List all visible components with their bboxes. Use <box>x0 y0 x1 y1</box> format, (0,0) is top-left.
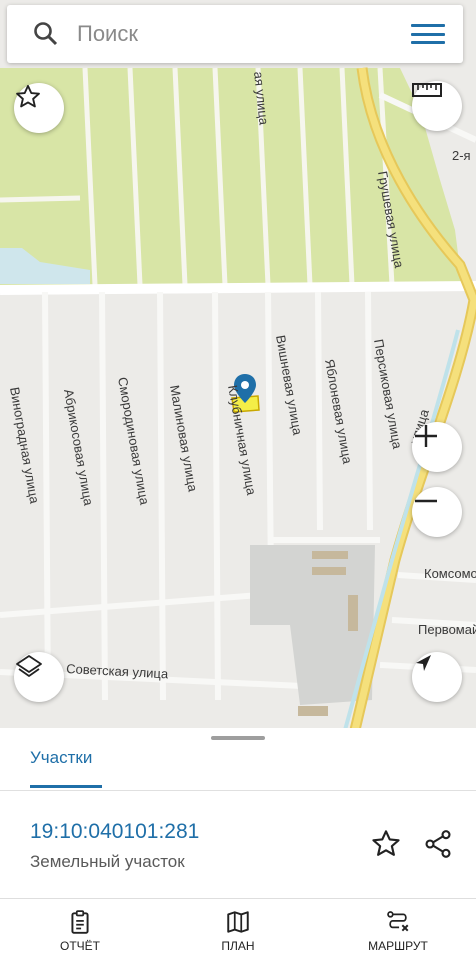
nav-plan-label: ПЛАН <box>221 939 255 953</box>
nav-plan[interactable]: ПЛАН <box>200 899 276 961</box>
nav-route[interactable]: МАРШРУТ <box>356 899 440 961</box>
zoom-out-button[interactable] <box>412 487 462 537</box>
search-icon <box>34 22 58 46</box>
zoom-in-button[interactable] <box>412 422 462 472</box>
sheet-handle[interactable] <box>211 736 265 740</box>
route-icon <box>387 911 409 932</box>
menu-icon[interactable] <box>411 19 445 49</box>
divider <box>0 790 476 791</box>
map-view[interactable]: Виноградная улица Абрикосовая улица Смор… <box>0 0 476 730</box>
street-label: 2-я <box>452 148 471 163</box>
my-location-button[interactable] <box>412 652 462 702</box>
parcel-type: Земельный участок <box>30 852 185 871</box>
search-bar[interactable]: Поиск <box>7 5 463 63</box>
nav-report[interactable]: ОТЧЁТ <box>42 899 118 961</box>
minus-icon <box>415 499 437 503</box>
share-icon[interactable] <box>422 828 454 860</box>
favorites-button[interactable] <box>14 83 64 133</box>
plus-icon <box>415 425 437 447</box>
star-icon[interactable] <box>370 828 402 860</box>
tab-parcels[interactable]: Участки <box>30 748 92 768</box>
ruler-icon <box>412 83 442 97</box>
bottom-nav: ОТЧЁТ ПЛАН МАРШРУТ <box>0 898 476 961</box>
clipboard-icon <box>71 910 89 934</box>
street-label: Первомай <box>418 622 476 637</box>
navigation-arrow-icon <box>416 655 431 671</box>
layers-button[interactable] <box>14 652 64 702</box>
cadastral-number[interactable]: 19:10:040101:281 <box>30 820 199 844</box>
star-icon <box>16 84 40 108</box>
tab-indicator <box>30 785 102 788</box>
nav-route-label: МАРШРУТ <box>368 939 428 953</box>
layers-icon <box>16 655 42 677</box>
map-icon <box>227 911 249 933</box>
nav-report-label: ОТЧЁТ <box>59 939 100 953</box>
street-label: Комсомо <box>424 566 476 581</box>
ruler-button[interactable] <box>412 81 462 131</box>
search-input[interactable]: Поиск <box>77 21 411 47</box>
